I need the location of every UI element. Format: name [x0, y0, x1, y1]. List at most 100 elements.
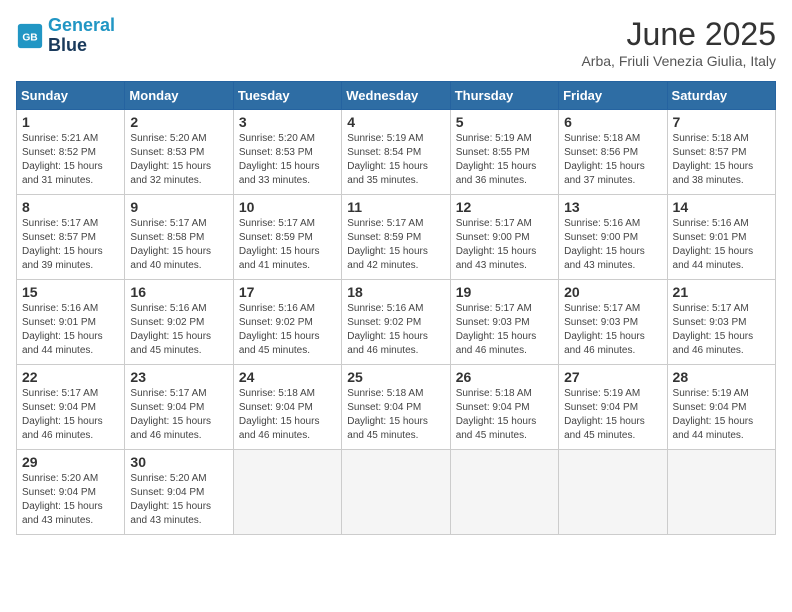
- day-number: 28: [673, 369, 770, 385]
- calendar-week-2: 8 Sunrise: 5:17 AMSunset: 8:57 PMDaylight…: [17, 195, 776, 280]
- calendar-header-row: SundayMondayTuesdayWednesdayThursdayFrid…: [17, 82, 776, 110]
- calendar-cell: 9 Sunrise: 5:17 AMSunset: 8:58 PMDaylight…: [125, 195, 233, 280]
- calendar-cell: 20 Sunrise: 5:17 AMSunset: 9:03 PMDayligh…: [559, 280, 667, 365]
- calendar-header-saturday: Saturday: [667, 82, 775, 110]
- day-info: Sunrise: 5:18 AMSunset: 9:04 PMDaylight:…: [239, 387, 336, 443]
- calendar-header-sunday: Sunday: [17, 82, 125, 110]
- calendar-cell: 25Sunrise: 5:18 AMSunset: 9:04 PMDayligh…: [342, 365, 450, 450]
- logo: GB GeneralBlue: [16, 16, 115, 56]
- day-number: 19: [456, 284, 553, 300]
- calendar-cell: 16 Sunrise: 5:16 AMSunset: 9:02 PMDayligh…: [125, 280, 233, 365]
- calendar-header-wednesday: Wednesday: [342, 82, 450, 110]
- calendar-title: June 2025: [581, 16, 776, 53]
- day-info: Sunrise: 5:20 AMSunset: 9:04 PMDaylight:…: [130, 472, 227, 528]
- calendar-cell: [667, 450, 775, 535]
- day-number: 4: [347, 114, 444, 130]
- day-info: Sunrise: 5:17 AMSunset: 9:04 PMDaylight:…: [22, 387, 119, 443]
- calendar-cell: 12 Sunrise: 5:17 AMSunset: 9:00 PMDayligh…: [450, 195, 558, 280]
- day-info: Sunrise: 5:17 AMSunset: 9:00 PMDaylight:…: [456, 217, 553, 273]
- calendar-cell: 10 Sunrise: 5:17 AMSunset: 8:59 PMDayligh…: [233, 195, 341, 280]
- day-info: Sunrise: 5:18 AMSunset: 8:56 PMDaylight:…: [564, 132, 661, 188]
- calendar-cell: 21Sunrise: 5:17 AMSunset: 9:03 PMDayligh…: [667, 280, 775, 365]
- logo-icon: GB: [16, 22, 44, 50]
- calendar-header-tuesday: Tuesday: [233, 82, 341, 110]
- day-number: 26: [456, 369, 553, 385]
- day-info: Sunrise: 5:18 AMSunset: 9:04 PMDaylight:…: [456, 387, 553, 443]
- title-area: June 2025 Arba, Friuli Venezia Giulia, I…: [581, 16, 776, 69]
- day-number: 7: [673, 114, 770, 130]
- calendar-cell: [342, 450, 450, 535]
- day-number: 29: [22, 454, 119, 470]
- day-info: Sunrise: 5:17 AMSunset: 8:58 PMDaylight:…: [130, 217, 227, 273]
- day-number: 9: [130, 199, 227, 215]
- calendar-cell: 24 Sunrise: 5:18 AMSunset: 9:04 PMDayligh…: [233, 365, 341, 450]
- day-info: Sunrise: 5:19 AMSunset: 9:04 PMDaylight:…: [564, 387, 661, 443]
- page-header: GB GeneralBlue June 2025 Arba, Friuli Ve…: [16, 16, 776, 69]
- calendar-table: SundayMondayTuesdayWednesdayThursdayFrid…: [16, 81, 776, 535]
- calendar-header-friday: Friday: [559, 82, 667, 110]
- day-number: 24: [239, 369, 336, 385]
- calendar-week-1: 1Sunrise: 5:21 AMSunset: 8:52 PMDaylight…: [17, 110, 776, 195]
- calendar-cell: 11 Sunrise: 5:17 AMSunset: 8:59 PMDayligh…: [342, 195, 450, 280]
- day-info: Sunrise: 5:16 AMSunset: 9:02 PMDaylight:…: [239, 302, 336, 358]
- day-number: 11: [347, 199, 444, 215]
- day-number: 10: [239, 199, 336, 215]
- day-info: Sunrise: 5:20 AMSunset: 9:04 PMDaylight:…: [22, 472, 119, 528]
- calendar-cell: [559, 450, 667, 535]
- day-number: 17: [239, 284, 336, 300]
- calendar-cell: [450, 450, 558, 535]
- day-info: Sunrise: 5:19 AMSunset: 8:55 PMDaylight:…: [456, 132, 553, 188]
- day-info: Sunrise: 5:17 AMSunset: 8:59 PMDaylight:…: [239, 217, 336, 273]
- day-info: Sunrise: 5:17 AMSunset: 9:03 PMDaylight:…: [564, 302, 661, 358]
- day-number: 15: [22, 284, 119, 300]
- day-number: 23: [130, 369, 227, 385]
- calendar-cell: 19Sunrise: 5:17 AMSunset: 9:03 PMDayligh…: [450, 280, 558, 365]
- calendar-week-3: 15Sunrise: 5:16 AMSunset: 9:01 PMDayligh…: [17, 280, 776, 365]
- calendar-cell: 22 Sunrise: 5:17 AMSunset: 9:04 PMDayligh…: [17, 365, 125, 450]
- calendar-cell: 13 Sunrise: 5:16 AMSunset: 9:00 PMDayligh…: [559, 195, 667, 280]
- day-info: Sunrise: 5:16 AMSunset: 9:01 PMDaylight:…: [673, 217, 770, 273]
- day-info: Sunrise: 5:20 AMSunset: 8:53 PMDaylight:…: [239, 132, 336, 188]
- day-number: 22: [22, 369, 119, 385]
- calendar-cell: 7 Sunrise: 5:18 AMSunset: 8:57 PMDaylight…: [667, 110, 775, 195]
- calendar-cell: 8 Sunrise: 5:17 AMSunset: 8:57 PMDaylight…: [17, 195, 125, 280]
- day-info: Sunrise: 5:17 AMSunset: 9:03 PMDaylight:…: [673, 302, 770, 358]
- calendar-week-5: 29 Sunrise: 5:20 AMSunset: 9:04 PMDayligh…: [17, 450, 776, 535]
- calendar-cell: 17 Sunrise: 5:16 AMSunset: 9:02 PMDayligh…: [233, 280, 341, 365]
- calendar-header-thursday: Thursday: [450, 82, 558, 110]
- day-number: 3: [239, 114, 336, 130]
- day-number: 1: [22, 114, 119, 130]
- day-number: 16: [130, 284, 227, 300]
- logo-text: GeneralBlue: [48, 16, 115, 56]
- day-info: Sunrise: 5:17 AMSunset: 8:57 PMDaylight:…: [22, 217, 119, 273]
- day-info: Sunrise: 5:16 AMSunset: 9:02 PMDaylight:…: [347, 302, 444, 358]
- day-number: 13: [564, 199, 661, 215]
- calendar-cell: 2Sunrise: 5:20 AMSunset: 8:53 PMDaylight…: [125, 110, 233, 195]
- calendar-cell: 29 Sunrise: 5:20 AMSunset: 9:04 PMDayligh…: [17, 450, 125, 535]
- svg-text:GB: GB: [22, 32, 37, 43]
- day-number: 20: [564, 284, 661, 300]
- day-number: 8: [22, 199, 119, 215]
- day-info: Sunrise: 5:19 AMSunset: 9:04 PMDaylight:…: [673, 387, 770, 443]
- day-info: Sunrise: 5:16 AMSunset: 9:02 PMDaylight:…: [130, 302, 227, 358]
- calendar-cell: 15Sunrise: 5:16 AMSunset: 9:01 PMDayligh…: [17, 280, 125, 365]
- calendar-cell: 30Sunrise: 5:20 AMSunset: 9:04 PMDayligh…: [125, 450, 233, 535]
- day-info: Sunrise: 5:19 AMSunset: 8:54 PMDaylight:…: [347, 132, 444, 188]
- day-number: 5: [456, 114, 553, 130]
- calendar-subtitle: Arba, Friuli Venezia Giulia, Italy: [581, 53, 776, 69]
- calendar-cell: 5 Sunrise: 5:19 AMSunset: 8:55 PMDaylight…: [450, 110, 558, 195]
- day-number: 6: [564, 114, 661, 130]
- calendar-cell: 1Sunrise: 5:21 AMSunset: 8:52 PMDaylight…: [17, 110, 125, 195]
- day-info: Sunrise: 5:16 AMSunset: 9:00 PMDaylight:…: [564, 217, 661, 273]
- day-number: 12: [456, 199, 553, 215]
- calendar-cell: 26 Sunrise: 5:18 AMSunset: 9:04 PMDayligh…: [450, 365, 558, 450]
- day-info: Sunrise: 5:17 AMSunset: 8:59 PMDaylight:…: [347, 217, 444, 273]
- day-number: 18: [347, 284, 444, 300]
- calendar-cell: 6 Sunrise: 5:18 AMSunset: 8:56 PMDaylight…: [559, 110, 667, 195]
- calendar-cell: 14Sunrise: 5:16 AMSunset: 9:01 PMDayligh…: [667, 195, 775, 280]
- day-info: Sunrise: 5:20 AMSunset: 8:53 PMDaylight:…: [130, 132, 227, 188]
- calendar-cell: 27Sunrise: 5:19 AMSunset: 9:04 PMDayligh…: [559, 365, 667, 450]
- calendar-cell: 28 Sunrise: 5:19 AMSunset: 9:04 PMDayligh…: [667, 365, 775, 450]
- calendar-cell: 23Sunrise: 5:17 AMSunset: 9:04 PMDayligh…: [125, 365, 233, 450]
- day-info: Sunrise: 5:18 AMSunset: 8:57 PMDaylight:…: [673, 132, 770, 188]
